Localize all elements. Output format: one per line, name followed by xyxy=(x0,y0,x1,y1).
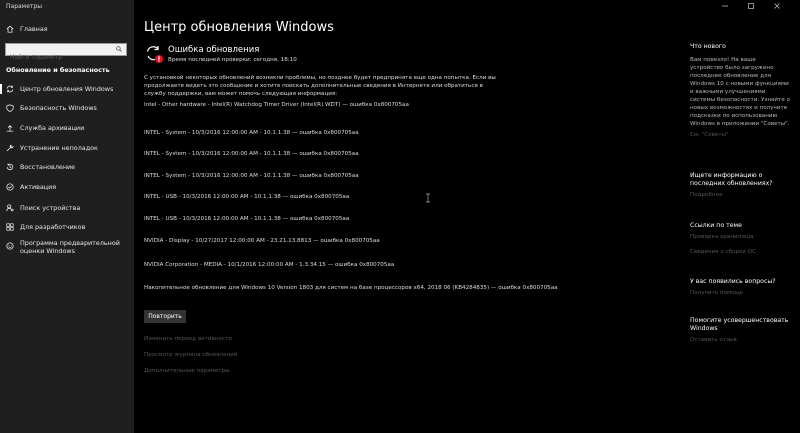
sidebar: Параметры Главная Обновление и безопасно… xyxy=(0,0,134,433)
check-circle-icon xyxy=(6,183,14,191)
sidebar-item-home[interactable]: Главная xyxy=(0,22,134,36)
close-icon[interactable] xyxy=(772,2,782,10)
sidebar-item-label: Активация xyxy=(20,183,57,191)
advanced-options-link[interactable]: Дополнительные параметры xyxy=(144,368,230,374)
sidebar-section-title: Обновление и безопасность xyxy=(6,66,110,74)
history-icon xyxy=(6,163,14,171)
sidebar-item-label: Для разработчиков xyxy=(20,223,86,231)
sidebar-item-troubleshoot[interactable]: Устранение неполадок xyxy=(0,141,134,155)
sync-icon xyxy=(6,85,14,93)
page-title: Центр обновления Windows xyxy=(144,20,334,35)
change-active-hours-link[interactable]: Изменить период активности xyxy=(144,336,232,342)
minimize-icon[interactable] xyxy=(720,2,730,10)
sidebar-item-windows-update[interactable]: Центр обновления Windows xyxy=(0,82,134,96)
sidebar-item-label: Поиск устройства xyxy=(20,204,81,212)
questions-title: У вас появились вопросы? xyxy=(690,278,776,285)
os-build-info-link[interactable]: Сведения о сборке ОС xyxy=(690,249,756,255)
error-item: INTEL - USB - 10/3/2016 12:00:00 AM - 10… xyxy=(144,216,350,222)
maximize-icon[interactable] xyxy=(746,2,756,10)
error-item: INTEL - System - 10/3/2016 12:00:00 AM -… xyxy=(144,130,359,136)
more-info-link[interactable]: Подробнее xyxy=(690,192,722,198)
give-feedback-link[interactable]: Оставить отзыв xyxy=(690,337,737,343)
sidebar-item-label: Безопасность Windows xyxy=(20,104,97,112)
sidebar-item-insider[interactable]: Программа предварительной оценки Windows xyxy=(0,236,134,258)
settings-window: Параметры Главная Обновление и безопасно… xyxy=(0,0,800,433)
error-item: NVIDIA - Display - 10/27/2017 12:00:00 A… xyxy=(144,238,380,244)
sidebar-item-label: Программа предварительной оценки Windows xyxy=(20,239,120,255)
info-title: Ищете информацию о последних обновлениях… xyxy=(690,172,773,187)
sidebar-item-developers[interactable]: Для разработчиков xyxy=(0,220,134,234)
error-item: Накопительное обновление для Windows 10 … xyxy=(144,285,558,291)
search-input[interactable] xyxy=(6,52,115,63)
search-box xyxy=(5,43,127,63)
view-update-history-link[interactable]: Просмотр журнала обновлений xyxy=(144,352,237,358)
sidebar-item-find-device[interactable]: Поиск устройства xyxy=(0,201,134,215)
person-location-icon xyxy=(6,204,14,212)
error-item: INTEL - USB - 10/3/2016 12:00:00 AM - 10… xyxy=(144,194,350,200)
sidebar-item-windows-security[interactable]: Безопасность Windows xyxy=(0,101,134,115)
get-help-link[interactable]: Получить помощь xyxy=(690,290,743,296)
search-icon[interactable] xyxy=(116,46,122,52)
last-check-time: Время последней проверки: сегодня, 18:10 xyxy=(168,57,297,63)
text-cursor-icon xyxy=(426,193,430,203)
window-title: Параметры xyxy=(6,3,42,10)
check-storage-link[interactable]: Проверка хранилища xyxy=(690,234,754,240)
sidebar-item-label: Восстановление xyxy=(20,163,76,171)
retry-button[interactable]: Повторить xyxy=(144,310,186,323)
sidebar-item-activation[interactable]: Активация xyxy=(0,180,134,194)
shield-icon xyxy=(6,104,14,112)
feedback-title: Помогите усовершенствовать Windows xyxy=(690,317,789,332)
error-item: INTEL - System - 10/3/2016 12:00:00 AM -… xyxy=(144,151,359,157)
whats-new-title: Что нового xyxy=(690,43,726,50)
sidebar-item-label: Главная xyxy=(20,25,48,33)
home-icon xyxy=(6,25,14,33)
sidebar-item-recovery[interactable]: Восстановление xyxy=(0,160,134,174)
wrench-icon xyxy=(6,144,14,152)
tips-link[interactable]: См. "Советы" xyxy=(690,132,729,138)
error-item: INTEL - System - 10/3/2016 12:00:00 AM -… xyxy=(144,173,359,179)
whats-new-text: Вам повезло! На ваше устройство было заг… xyxy=(690,57,790,127)
developer-grid-icon xyxy=(6,223,14,231)
sidebar-item-label: Устранение неполадок xyxy=(20,144,98,152)
update-error-icon xyxy=(146,46,163,63)
error-description: С установкой некоторых обновлений возник… xyxy=(144,75,496,98)
sidebar-item-label: Служба архивации xyxy=(20,124,85,132)
related-links-title: Ссылки по теме xyxy=(690,222,742,229)
status-title: Ошибка обновления xyxy=(168,45,260,55)
sidebar-item-label: Центр обновления Windows xyxy=(20,85,114,93)
backup-arrow-icon xyxy=(6,125,14,132)
error-item: Intel - Other hardware - Intel(R) Watchd… xyxy=(144,102,409,108)
insider-smiley-icon xyxy=(6,242,14,250)
error-item: NVIDIA Corporation - MEDIA - 10/1/2016 1… xyxy=(144,262,395,268)
sidebar-item-backup[interactable]: Служба архивации xyxy=(0,121,134,135)
